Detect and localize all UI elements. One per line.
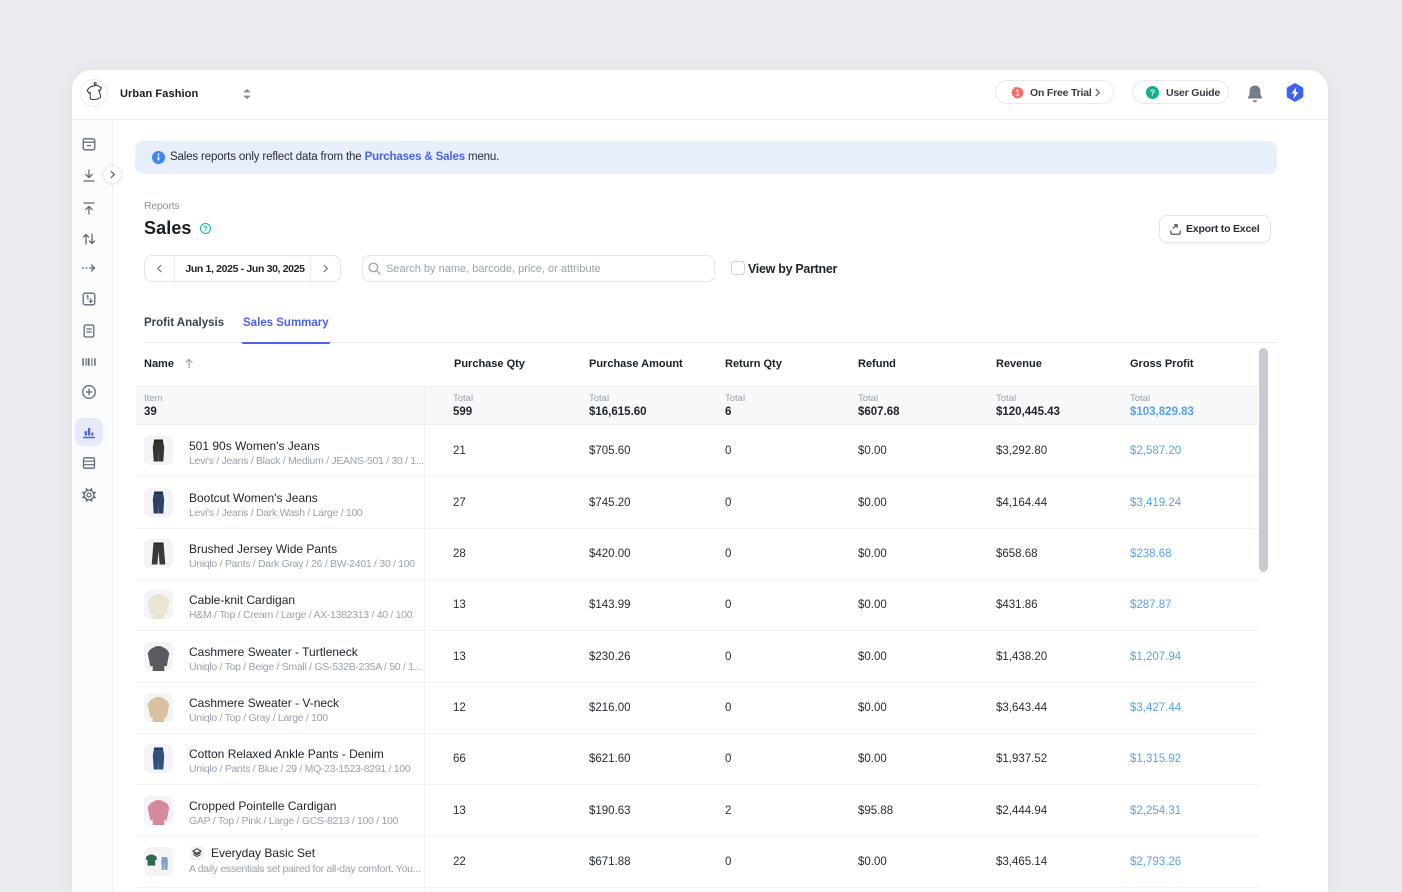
- svg-text:1: 1: [1015, 88, 1020, 97]
- svg-text:?: ?: [203, 224, 207, 233]
- svg-text:?: ?: [1150, 88, 1155, 98]
